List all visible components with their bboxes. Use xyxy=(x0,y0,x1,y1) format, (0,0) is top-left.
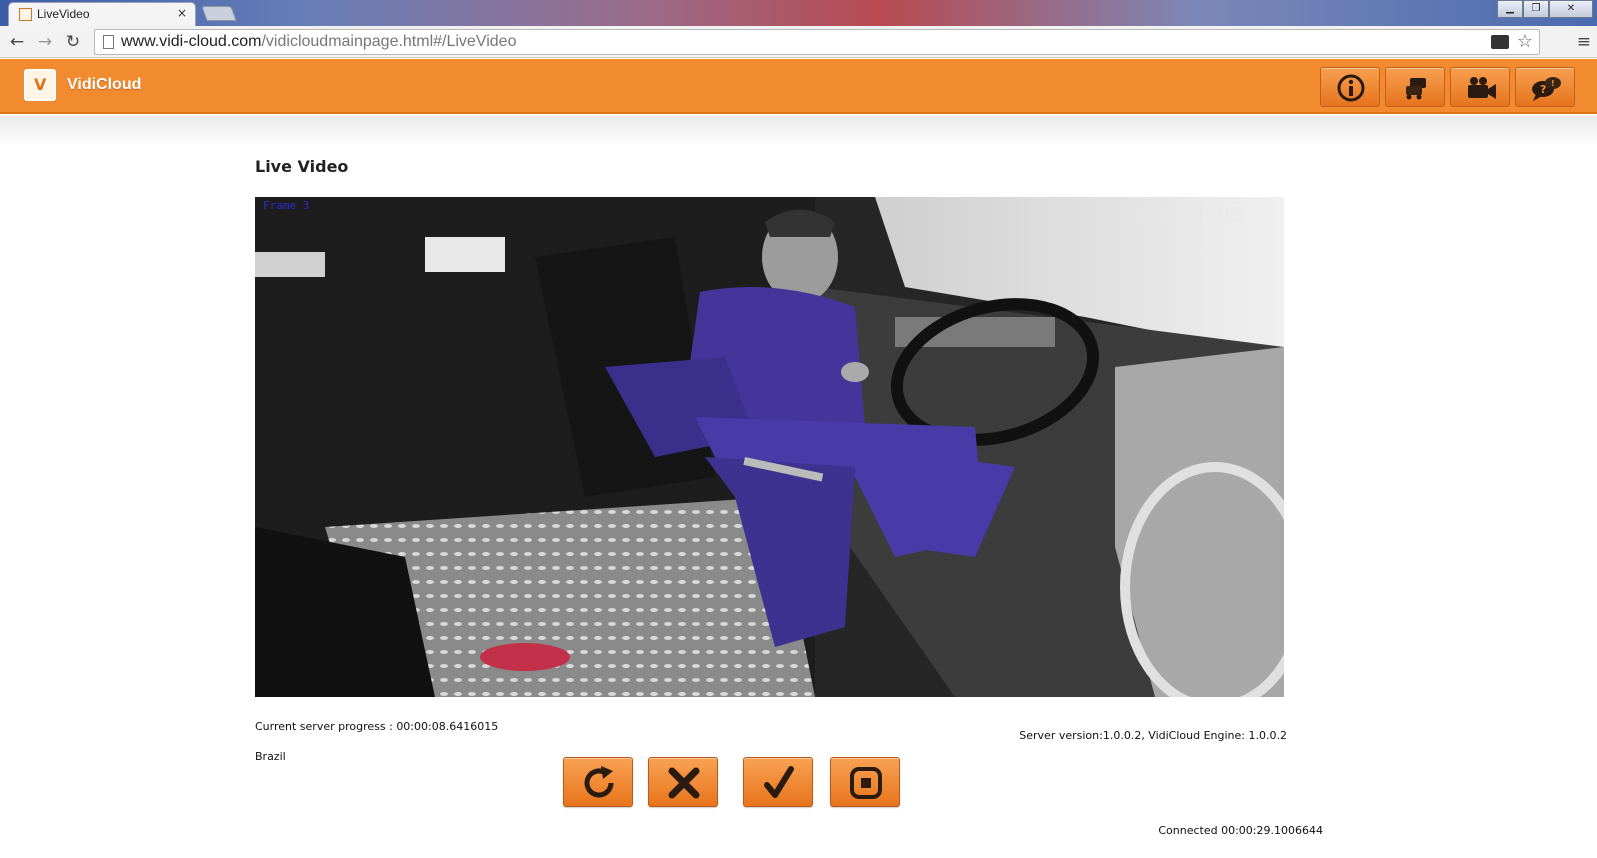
check-icon xyxy=(764,766,794,798)
favicon-icon xyxy=(19,8,32,21)
video-overlay-label: Frame 3 xyxy=(263,199,310,212)
address-bar[interactable]: www.vidi-cloud.com/vidicloudmainpage.htm… xyxy=(94,29,1540,55)
bookmark-star-icon[interactable]: ☆ xyxy=(1517,31,1533,52)
tab-title: LiveVideo xyxy=(37,7,90,21)
stop-button[interactable] xyxy=(830,757,900,807)
translate-flag-icon[interactable] xyxy=(1491,35,1509,49)
window-close-button[interactable]: ✕ xyxy=(1549,0,1593,18)
header-shadow xyxy=(0,116,1597,146)
live-video-player[interactable]: Frame 3 14:19:05 xyxy=(255,197,1284,697)
info-icon xyxy=(1337,74,1365,102)
browser-toolbar: ← → ↻ www.vidi-cloud.com/vidicloudmainpa… xyxy=(0,26,1597,58)
url-path: /vidicloudmainpage.html#/LiveVideo xyxy=(261,33,517,50)
tab-close-icon[interactable]: × xyxy=(177,6,187,20)
header-camera-button[interactable] xyxy=(1450,67,1510,107)
location-text: Brazil xyxy=(255,750,286,763)
svg-text:?: ? xyxy=(1540,83,1546,96)
cancel-button[interactable] xyxy=(648,757,718,807)
forward-button[interactable]: → xyxy=(34,31,56,53)
help-chat-icon: ? ! xyxy=(1532,77,1561,101)
page-title: Live Video xyxy=(255,157,349,176)
app-title: VidiCloud xyxy=(67,76,142,93)
server-version-text: Server version:1.0.0.2, VidiCloud Engine… xyxy=(1019,729,1287,742)
video-overlay-time: 14:19:05 xyxy=(1139,203,1244,227)
new-tab-button[interactable] xyxy=(201,6,237,21)
vidicloud-logo-icon xyxy=(24,69,56,101)
video-camera-icon xyxy=(1468,77,1496,99)
confirm-button[interactable] xyxy=(743,757,813,807)
browser-titlebar: LiveVideo × ▁ ❐ ✕ xyxy=(0,0,1597,26)
reload-button[interactable]: ↻ xyxy=(62,31,84,53)
refresh-button[interactable] xyxy=(563,757,633,807)
browser-tab[interactable]: LiveVideo × xyxy=(8,2,196,26)
window-controls: ▁ ❐ ✕ xyxy=(1497,0,1593,18)
browser-menu-icon[interactable]: ≡ xyxy=(1577,32,1591,52)
vehicles-icon xyxy=(1406,78,1426,100)
url-text: www.vidi-cloud.com/vidicloudmainpage.htm… xyxy=(121,33,516,51)
header-help-button[interactable]: ? ! xyxy=(1515,67,1575,107)
x-icon xyxy=(668,767,700,799)
restore-button[interactable]: ❐ xyxy=(1523,0,1549,18)
app-header: VidiCloud ? ! xyxy=(0,59,1597,114)
video-frame xyxy=(255,197,1284,697)
stop-icon xyxy=(850,767,882,799)
header-info-button[interactable] xyxy=(1320,67,1380,107)
minimize-button[interactable]: ▁ xyxy=(1497,0,1523,18)
back-button[interactable]: ← xyxy=(6,31,28,53)
header-fleet-button[interactable] xyxy=(1385,67,1445,107)
page-icon xyxy=(103,35,114,49)
refresh-icon xyxy=(584,766,614,798)
url-host: www.vidi-cloud.com xyxy=(121,33,262,50)
server-progress-text: Current server progress : 00:00:08.64160… xyxy=(255,720,499,733)
connection-status-text: Connected 00:00:29.1006644 xyxy=(1158,824,1323,837)
svg-text:!: ! xyxy=(1551,79,1555,88)
